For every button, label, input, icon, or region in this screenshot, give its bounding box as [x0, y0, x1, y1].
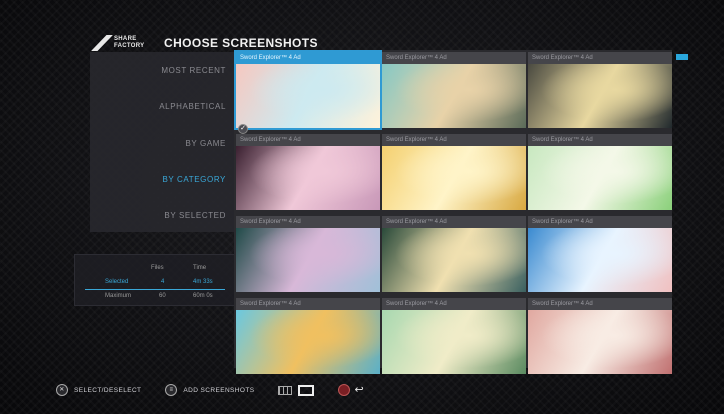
screenshot-tile[interactable]: Sword Explorer™ 4 Ad — [528, 298, 672, 374]
cross-button-icon: ✕ — [56, 384, 68, 396]
logo-text-line2: FACTORY — [114, 43, 145, 49]
add-screenshots-prompt[interactable]: ≡ ADD SCREENSHOTS — [165, 384, 254, 396]
screenshot-caption: Sword Explorer™ 4 Ad — [528, 298, 672, 310]
screenshot-caption: Sword Explorer™ 4 Ad — [382, 52, 526, 64]
page-title: CHOOSE SCREENSHOTS — [164, 36, 318, 50]
screenshot-tile[interactable]: Sword Explorer™ 4 Ad — [236, 298, 380, 374]
selection-stats: Files Time Selected 4 4m 33s Maximum 60 … — [74, 254, 236, 306]
screenshot-caption: Sword Explorer™ 4 Ad — [528, 134, 672, 146]
screenshot-thumbnail — [236, 64, 380, 128]
screenshot-thumbnail — [528, 146, 672, 210]
stats-divider — [85, 289, 225, 290]
stats-selected-files: 4 — [161, 279, 165, 285]
screenshot-caption: Sword Explorer™ 4 Ad — [528, 216, 672, 228]
stats-files-header: Files — [151, 265, 164, 271]
screenshot-tile[interactable]: Sword Explorer™ 4 Ad — [382, 216, 526, 292]
share-factory-logo: SHARE FACTORY — [94, 35, 156, 51]
screenshot-caption: Sword Explorer™ 4 Ad — [528, 52, 672, 64]
screenshot-caption: Sword Explorer™ 4 Ad — [236, 52, 380, 64]
screenshot-thumbnail — [528, 228, 672, 292]
select-deselect-label: SELECT/DESELECT — [74, 386, 142, 394]
sort-menu: MOST RECENT ALPHABETICAL BY GAME BY CATE… — [90, 52, 236, 232]
options-button-icon: ≡ — [165, 384, 178, 396]
scrollbar-thumb[interactable] — [676, 54, 688, 60]
add-screenshots-label: ADD SCREENSHOTS — [183, 386, 255, 394]
small-grid-view-icon[interactable] — [278, 385, 293, 395]
screenshot-tile[interactable]: Sword Explorer™ 4 Ad — [382, 298, 526, 374]
sort-by-selected[interactable]: BY SELECTED — [164, 211, 226, 220]
screenshot-thumbnail — [236, 310, 380, 374]
sort-alphabetical[interactable]: ALPHABETICAL — [159, 102, 226, 111]
screenshot-thumbnail — [236, 228, 380, 292]
select-deselect-prompt[interactable]: ✕ SELECT/DESELECT — [56, 384, 141, 396]
large-grid-view-icon[interactable] — [298, 384, 315, 396]
sort-by-category[interactable]: BY CATEGORY — [162, 175, 226, 184]
logo-mark-icon — [91, 35, 113, 51]
screenshot-thumbnail — [382, 146, 526, 210]
screenshot-tile[interactable]: Sword Explorer™ 4 Ad — [236, 216, 380, 292]
screenshot-caption: Sword Explorer™ 4 Ad — [382, 216, 526, 228]
screenshot-thumbnail — [382, 228, 526, 292]
view-toggle[interactable] — [278, 384, 315, 396]
screenshot-caption: Sword Explorer™ 4 Ad — [382, 134, 526, 146]
back-prompt[interactable]: ↩ — [338, 384, 364, 396]
stats-selected-label: Selected — [105, 279, 129, 285]
screenshot-tile[interactable]: Sword Explorer™ 4 Ad — [382, 52, 526, 128]
screenshot-tile[interactable]: Sword Explorer™ 4 Ad — [236, 134, 380, 210]
stats-maximum-time: 60m 0s — [193, 293, 213, 299]
screenshot-caption: Sword Explorer™ 4 Ad — [236, 216, 380, 228]
screenshot-thumbnail — [528, 64, 672, 128]
button-prompts: ✕ SELECT/DESELECT ≡ ADD SCREENSHOTS ↩ — [56, 381, 388, 399]
logo-text-line1: SHARE — [114, 36, 137, 42]
back-arrow-icon: ↩ — [354, 383, 365, 396]
circle-button-icon — [338, 384, 351, 396]
screenshot-caption: Sword Explorer™ 4 Ad — [236, 134, 380, 146]
screenshot-thumbnail — [236, 146, 380, 210]
stats-time-header: Time — [193, 265, 207, 271]
screenshot-caption: Sword Explorer™ 4 Ad — [236, 298, 380, 310]
stats-selected-time: 4m 33s — [193, 279, 213, 285]
screenshot-tile[interactable]: Sword Explorer™ 4 Ad ✓ — [234, 50, 382, 134]
screenshot-grid: Sword Explorer™ 4 Ad ✓ Sword Explorer™ 4 A… — [234, 50, 672, 374]
screenshot-caption: Sword Explorer™ 4 Ad — [382, 298, 526, 310]
screenshot-tile[interactable]: Sword Explorer™ 4 Ad — [528, 134, 672, 210]
stats-maximum-files: 60 — [159, 293, 166, 299]
screenshot-tile[interactable]: Sword Explorer™ 4 Ad — [382, 134, 526, 210]
screenshot-thumbnail — [382, 64, 526, 128]
stats-maximum-label: Maximum — [105, 293, 132, 299]
screenshot-thumbnail — [528, 310, 672, 374]
screenshot-tile[interactable]: Sword Explorer™ 4 Ad — [528, 52, 672, 128]
sort-by-game[interactable]: BY GAME — [185, 139, 226, 148]
screenshot-thumbnail — [382, 310, 526, 374]
selected-check-icon: ✓ — [238, 124, 248, 134]
screenshot-tile[interactable]: Sword Explorer™ 4 Ad — [528, 216, 672, 292]
sort-most-recent[interactable]: MOST RECENT — [161, 66, 226, 75]
